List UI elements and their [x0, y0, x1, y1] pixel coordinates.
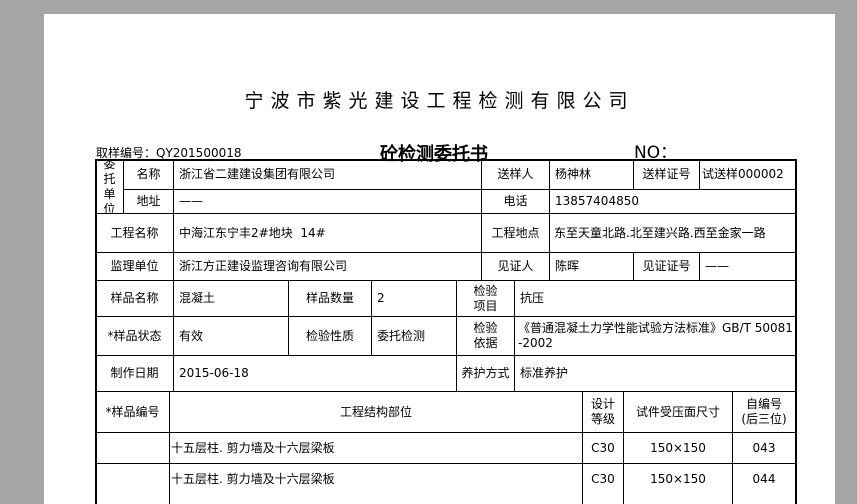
test-nature-label: 检验性质: [305, 328, 354, 343]
row-sample-no: [96, 464, 169, 494]
supervisor-label: 监理单位: [110, 259, 159, 273]
curing-label: 养护方式: [461, 366, 510, 380]
document-page: 宁波市紫光建设工程检测有限公司 取样编号：QY201500018 砼检测委托书 …: [44, 14, 835, 504]
made-date-value: 2015-06-18: [179, 366, 249, 380]
sample-state-value: 有效: [179, 328, 204, 343]
row-structure-part: 十五层柱. 剪力墙及十六层梁板: [171, 440, 335, 455]
row-design-grade: C30: [591, 440, 615, 455]
curing-value: 标准养护: [520, 366, 569, 380]
row-specimen-size: 150×150: [650, 471, 706, 486]
project-value: 中海江东宁丰2#地块 14#: [179, 225, 326, 240]
phone-value: 13857404850: [555, 194, 639, 208]
sender-cert-label: 送样证号: [642, 167, 691, 181]
row-specimen-size: 150×150: [650, 440, 706, 455]
witness-cert-value: ——: [705, 259, 729, 273]
supervisor-value: 浙江方正建设监理咨询有限公司: [179, 259, 348, 273]
project-label: 工程名称: [110, 225, 159, 240]
sample-qty-value: 2: [377, 291, 385, 305]
test-nature-value: 委托检测: [377, 328, 426, 343]
col-sample-no: *样品编号: [105, 404, 160, 419]
sender-label: 送样人: [497, 167, 534, 181]
client-name-value: 浙江省二建建设集团有限公司: [179, 167, 336, 181]
row-sample-no: [96, 433, 169, 463]
sender-cert-value: 试送样000002: [702, 167, 784, 181]
client-label: 委托单位: [103, 160, 116, 213]
row-design-grade: C30: [591, 471, 615, 486]
location-value: 东至天童北路.北至建兴路.西至金家一路: [554, 225, 766, 240]
sample-state-label: *样品状态: [107, 328, 162, 343]
phone-label: 电话: [503, 194, 528, 208]
test-basis-value: 《普通混凝土力学性能试验方法标准》GB/T 50081-2002: [518, 321, 793, 350]
sample-qty-label: 样品数量: [305, 291, 354, 305]
test-item-label: 检验项目: [473, 283, 498, 313]
company-name: 宁波市紫光建设工程检测有限公司: [244, 90, 635, 112]
location-label: 工程地点: [491, 225, 540, 240]
witness-value: 陈晖: [555, 259, 580, 273]
address-label: 地址: [136, 194, 161, 208]
sample-name-label: 样品名称: [110, 291, 159, 305]
row-structure-part: 十五层柱. 剪力墙及十六层梁板: [171, 471, 335, 486]
col-structure-part: 工程结构部位: [339, 404, 412, 419]
test-item-value: 抗压: [520, 291, 545, 305]
col-specimen-size: 试件受压面尺寸: [635, 404, 720, 419]
address-value: ——: [179, 194, 203, 208]
test-basis-label: 检验依据: [473, 321, 498, 350]
sample-name-value: 混凝土: [179, 291, 216, 305]
witness-label: 见证人: [497, 259, 534, 273]
name-label: 名称: [136, 167, 161, 181]
made-date-label: 制作日期: [110, 366, 159, 380]
row-self-number: 044: [752, 471, 776, 486]
col-design-grade: 设计等级: [590, 397, 615, 426]
witness-cert-label: 见证证号: [642, 259, 691, 273]
col-self-number: 自编号(后三位): [741, 397, 787, 426]
row-self-number: 043: [752, 440, 776, 455]
sender-value: 杨神林: [555, 167, 592, 181]
